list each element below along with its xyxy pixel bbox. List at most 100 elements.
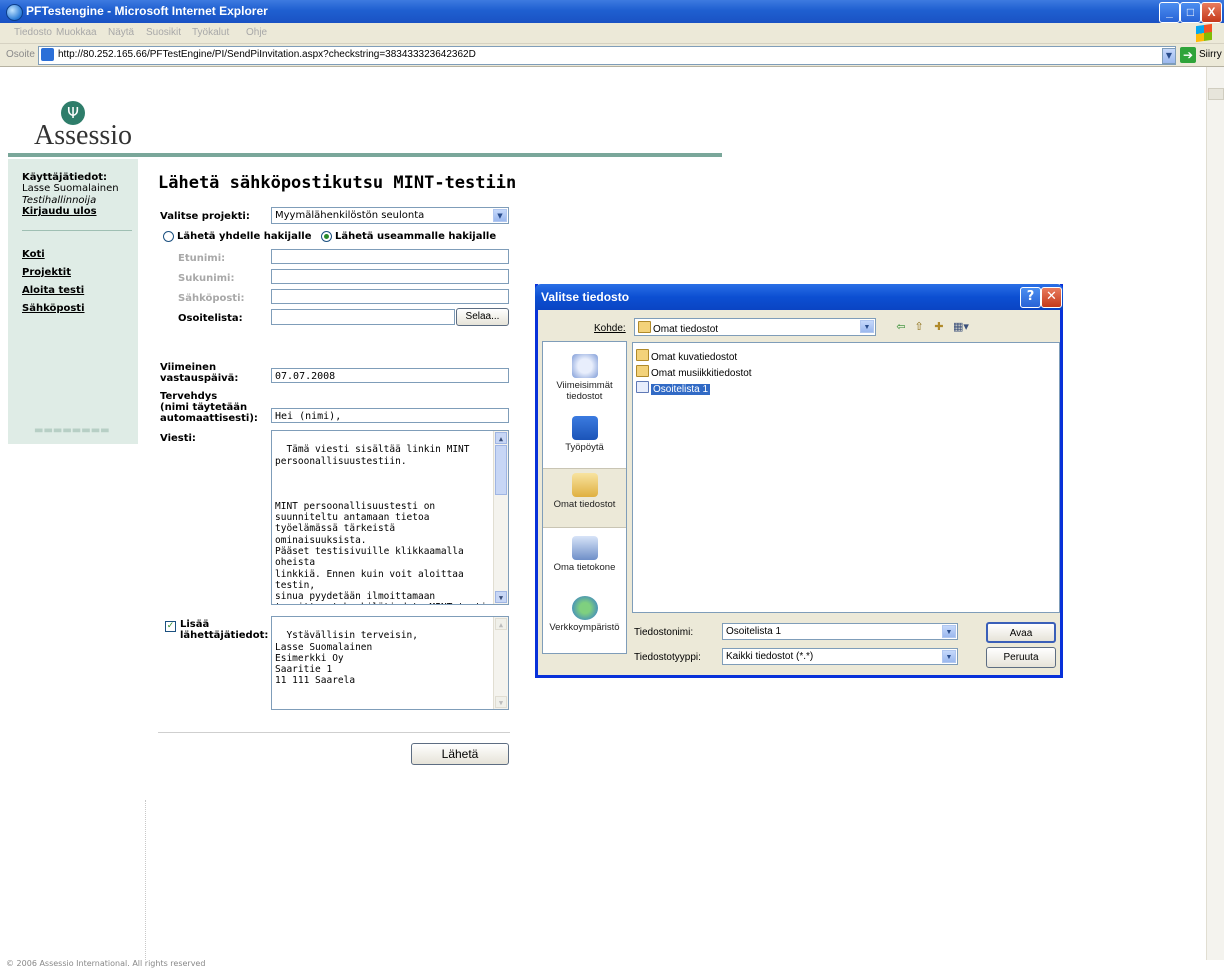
sidebar-item-home[interactable]: Koti: [22, 249, 45, 260]
minimize-button[interactable]: _: [1159, 2, 1180, 23]
message-scrollbar-thumb[interactable]: [495, 445, 507, 495]
place-desktop-label: Työpöytä: [565, 442, 604, 453]
maximize-button[interactable]: □: [1180, 2, 1201, 23]
project-select-value: Myymälähenkilöstön seulonta: [275, 210, 425, 221]
user-role: Testihallinnoija: [22, 195, 97, 206]
add-sender-checkbox[interactable]: ✓: [165, 621, 176, 632]
add-sender-label-line1: Lisää: [180, 619, 210, 630]
copyright-footer: © 2006 Assessio International. All right…: [6, 959, 206, 968]
scroll-up-icon[interactable]: ▲: [495, 432, 507, 444]
list-item[interactable]: Omat musiikkitiedostot: [636, 365, 752, 379]
window-title: PFTestengine - Microsoft Internet Explor…: [26, 4, 268, 18]
close-button[interactable]: X: [1201, 2, 1222, 23]
deadline-field[interactable]: 07.07.2008: [271, 368, 509, 383]
scroll-down-icon[interactable]: ▼: [495, 696, 507, 708]
chevron-down-icon: ▼: [493, 209, 507, 222]
menu-file[interactable]: Tiedosto: [14, 27, 52, 38]
internet-explorer-icon: [6, 4, 23, 21]
menu-view[interactable]: Näytä: [108, 27, 134, 38]
view-menu-icon[interactable]: ▦▾: [951, 320, 971, 334]
back-icon[interactable]: ⇦: [894, 320, 908, 334]
sender-scrollbar[interactable]: ▲ ▼: [493, 617, 508, 709]
address-url[interactable]: http://80.252.165.66/PFTestEngine/PI/Sen…: [58, 49, 476, 60]
add-sender-label-line2: lähettäjätiedot:: [180, 630, 269, 641]
logout-link[interactable]: Kirjaudu ulos: [22, 206, 97, 217]
first-name-label: Etunimi:: [178, 253, 226, 264]
go-arrow-icon[interactable]: ➔: [1180, 47, 1196, 63]
email-field[interactable]: [271, 289, 509, 304]
scroll-down-icon[interactable]: ▼: [495, 591, 507, 603]
open-button[interactable]: Avaa: [986, 622, 1056, 643]
message-scrollbar[interactable]: ▲ ▼: [493, 431, 508, 604]
sidebar-item-start-test[interactable]: Aloita testi: [22, 285, 84, 296]
greeting-label-line1: Tervehdys: [160, 391, 218, 402]
file-name: Omat musiikkitiedostot: [651, 368, 752, 379]
assessio-logo: Assessio: [34, 120, 133, 151]
document-icon: [636, 381, 649, 393]
greeting-label-line3: automaattisesti):: [160, 413, 258, 424]
chevron-down-icon: ▼: [942, 650, 956, 663]
place-network-label: Verkkoympäristö: [549, 622, 620, 633]
greeting-label-line2: (nimi täytetään: [160, 402, 248, 413]
deadline-label-line2: vastauspäivä:: [160, 373, 239, 384]
list-item[interactable]: Omat kuvatiedostot: [636, 349, 737, 363]
cancel-button[interactable]: Peruuta: [986, 647, 1056, 668]
page-scrollbar[interactable]: [1206, 67, 1224, 960]
project-label: Valitse projekti:: [160, 211, 250, 222]
filetype-value: Kaikki tiedostot (*.*): [726, 651, 814, 662]
place-network[interactable]: Verkkoympäristö: [543, 592, 626, 633]
list-item-selected[interactable]: Osoitelista 1: [636, 381, 711, 395]
filename-input[interactable]: Osoitelista 1 ▼: [722, 623, 958, 640]
menu-favorites[interactable]: Suosikit: [146, 27, 181, 38]
go-button[interactable]: Siirry: [1199, 49, 1222, 60]
recent-documents-icon: [571, 354, 598, 378]
sidebar-item-projects[interactable]: Projektit: [22, 267, 71, 278]
place-my-computer-label: Oma tietokone: [553, 562, 616, 573]
look-in-select[interactable]: Omat tiedostot ▼: [634, 318, 876, 336]
radio-single-applicant[interactable]: [163, 231, 174, 242]
send-button[interactable]: Lähetä: [411, 743, 509, 765]
first-name-field[interactable]: [271, 249, 509, 264]
email-label: Sähköposti:: [178, 293, 245, 304]
look-in-label: Kohde:: [594, 323, 626, 334]
browse-button[interactable]: Selaa...: [456, 308, 509, 326]
filetype-select[interactable]: Kaikki tiedostot (*.*) ▼: [722, 648, 958, 665]
sender-info-text: Ystävällisin terveisin, Lasse Suomalaine…: [275, 630, 419, 687]
place-recent-label: Viimeisimmät tiedostot: [556, 380, 613, 402]
file-dialog-title: Valitse tiedosto: [541, 290, 630, 304]
sender-info-textarea[interactable]: Ystävällisin terveisin, Lasse Suomalaine…: [271, 616, 509, 710]
place-recent[interactable]: Viimeisimmät tiedostot: [543, 350, 626, 402]
windows-logo-icon: [1196, 23, 1212, 43]
new-folder-icon[interactable]: ✚: [932, 320, 946, 334]
menu-help[interactable]: Ohje: [246, 27, 267, 38]
menu-tools[interactable]: Työkalut: [192, 27, 229, 38]
place-my-computer[interactable]: Oma tietokone: [543, 532, 626, 573]
look-in-value: Omat tiedostot: [653, 324, 719, 335]
sidebar-item-email[interactable]: Sähköposti: [22, 303, 85, 314]
help-icon[interactable]: ?: [1020, 287, 1041, 308]
up-folder-icon[interactable]: ⇧: [912, 320, 926, 334]
radio-multiple-applicants[interactable]: [321, 231, 332, 242]
file-list: Omat kuvatiedostot Omat musiikkitiedosto…: [632, 342, 1060, 613]
address-list-label: Osoitelista:: [178, 313, 243, 324]
user-info-heading: Käyttäjätiedot:: [22, 172, 107, 183]
desktop-icon: [571, 416, 598, 440]
last-name-field[interactable]: [271, 269, 509, 284]
menu-edit[interactable]: Muokkaa: [56, 27, 97, 38]
place-my-documents-label: Omat tiedostot: [553, 499, 616, 510]
place-my-documents[interactable]: Omat tiedostot: [543, 468, 626, 528]
address-list-field[interactable]: [271, 309, 455, 325]
message-textarea[interactable]: Tämä viesti sisältää linkin MINT persoon…: [271, 430, 509, 605]
close-icon[interactable]: ✕: [1041, 287, 1062, 308]
place-desktop[interactable]: Työpöytä: [543, 412, 626, 453]
address-dropdown-icon[interactable]: ▼: [1162, 48, 1176, 64]
file-name: Omat kuvatiedostot: [651, 352, 738, 363]
network-icon: [571, 596, 598, 620]
greeting-field[interactable]: Hei (nimi),: [271, 408, 509, 423]
page-scrollbar-thumb[interactable]: [1208, 88, 1224, 100]
radio-single-label: Lähetä yhdelle hakijalle: [177, 231, 312, 242]
scroll-up-icon[interactable]: ▲: [495, 618, 507, 630]
user-name: Lasse Suomalainen: [22, 183, 119, 194]
project-select[interactable]: Myymälähenkilöstön seulonta ▼: [271, 207, 509, 224]
file-name: Osoitelista 1: [651, 384, 711, 395]
